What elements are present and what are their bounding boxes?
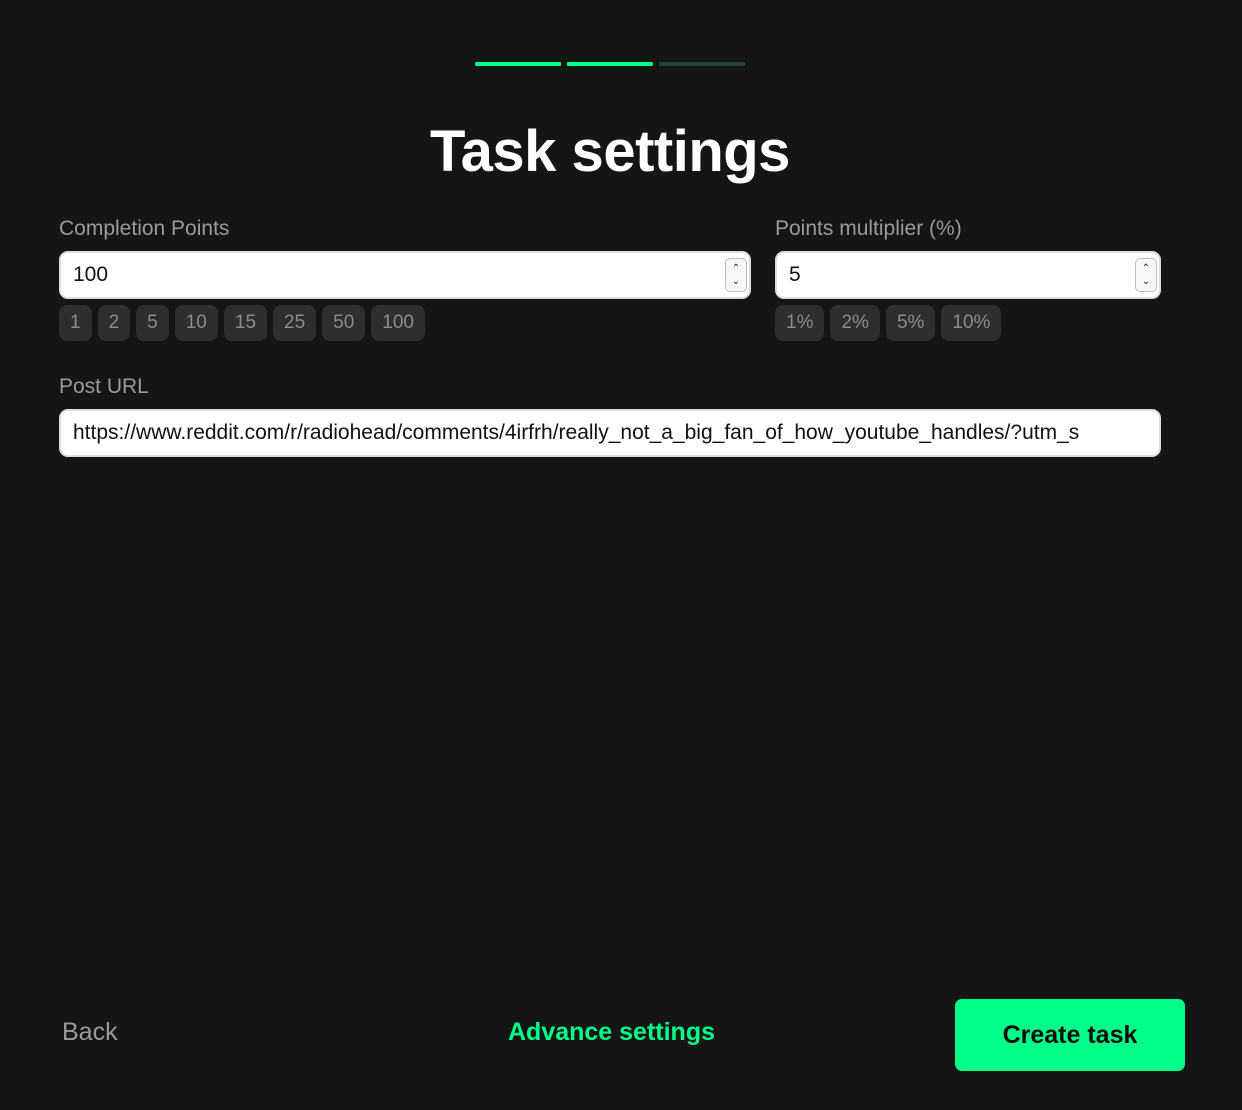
points-multiplier-field: ⌃ ⌄ [775,251,1161,299]
post-url-label: Post URL [59,375,149,398]
chevron-down-icon[interactable]: ⌄ [1142,275,1150,288]
points-preset-chip[interactable]: 15 [223,305,268,341]
create-task-button[interactable]: Create task [955,999,1185,1071]
completion-points-field: ⌃ ⌄ [59,251,751,299]
points-multiplier-presets: 1% 2% 5% 10% [775,305,1002,341]
points-multiplier-label: Points multiplier (%) [775,217,962,240]
completion-points-input[interactable] [73,263,725,287]
progress-step-1 [475,62,561,66]
progress-step-3 [659,62,745,66]
multiplier-preset-chip[interactable]: 2% [830,305,880,341]
back-button[interactable]: Back [62,1018,118,1047]
completion-points-label: Completion Points [59,217,230,240]
completion-points-stepper[interactable]: ⌃ ⌄ [725,258,747,292]
chevron-down-icon[interactable]: ⌄ [732,275,740,288]
points-preset-chip[interactable]: 2 [97,305,131,341]
post-url-field [59,409,1161,457]
points-preset-chip[interactable]: 5 [136,305,169,341]
points-preset-chip[interactable]: 25 [273,305,317,341]
points-preset-chip[interactable]: 1 [59,305,92,341]
points-multiplier-stepper[interactable]: ⌃ ⌄ [1135,258,1157,292]
progress-step-2 [567,62,653,66]
chevron-up-icon[interactable]: ⌃ [1142,262,1150,275]
multiplier-preset-chip[interactable]: 5% [885,305,936,341]
post-url-input[interactable] [73,421,1159,445]
completion-points-presets: 1 2 5 10 15 25 50 100 [59,305,425,341]
page-title: Task settings [430,119,790,184]
step-progress-indicator [475,62,745,66]
multiplier-preset-chip[interactable]: 10% [941,305,1002,341]
task-settings-page: Task settings Completion Points ⌃ ⌄ 1 2 … [0,0,1242,1110]
chevron-up-icon[interactable]: ⌃ [732,262,740,275]
advance-settings-link[interactable]: Advance settings [508,1018,715,1047]
points-preset-chip[interactable]: 100 [371,305,425,341]
points-multiplier-input[interactable] [789,263,1135,287]
points-preset-chip[interactable]: 50 [322,305,366,341]
multiplier-preset-chip[interactable]: 1% [775,305,825,341]
points-preset-chip[interactable]: 10 [174,305,218,341]
